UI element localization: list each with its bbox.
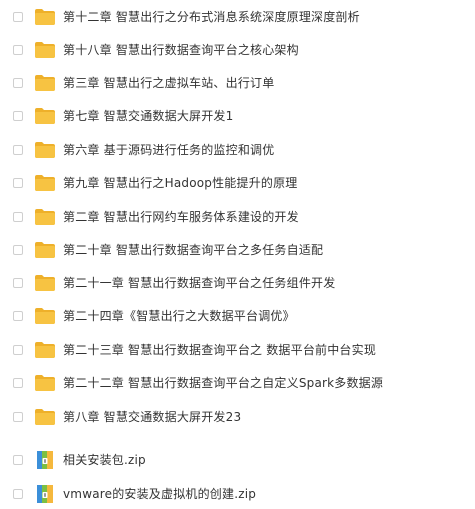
row-checkbox[interactable]	[13, 45, 23, 55]
list-item[interactable]: 第十二章 智慧出行之分布式消息系统深度原理深度剖析	[0, 2, 475, 32]
file-list: 第十二章 智慧出行之分布式消息系统深度原理深度剖析 第十八章 智慧出行数据查询平…	[0, 0, 475, 508]
row-checkbox[interactable]	[13, 178, 23, 188]
list-item[interactable]: 第十八章 智慧出行数据查询平台之核心架构	[0, 35, 475, 65]
list-item[interactable]: 第二十二章 智慧出行数据查询平台之自定义Spark多数据源	[0, 368, 475, 398]
row-checkbox[interactable]	[13, 12, 23, 22]
row-checkbox[interactable]	[13, 412, 23, 422]
folder-icon	[35, 306, 55, 326]
list-item[interactable]: 第六章 基于源码进行任务的监控和调优	[0, 135, 475, 165]
list-item[interactable]: 第二十四章《智慧出行之大数据平台调优》	[0, 301, 475, 331]
file-name[interactable]: 第六章 基于源码进行任务的监控和调优	[63, 143, 274, 157]
file-name[interactable]: 第七章 智慧交通数据大屏开发1	[63, 109, 233, 123]
list-item[interactable]: 第七章 智慧交通数据大屏开发1	[0, 101, 475, 131]
folder-icon	[35, 7, 55, 27]
folder-icon	[35, 140, 55, 160]
file-name[interactable]: 第十八章 智慧出行数据查询平台之核心架构	[63, 43, 299, 57]
row-checkbox[interactable]	[13, 278, 23, 288]
file-name[interactable]: 第九章 智慧出行之Hadoop性能提升的原理	[63, 176, 298, 190]
row-checkbox[interactable]	[13, 111, 23, 121]
file-name[interactable]: 第二十一章 智慧出行数据查询平台之任务组件开发	[63, 276, 335, 290]
file-name[interactable]: 第十二章 智慧出行之分布式消息系统深度原理深度剖析	[63, 10, 360, 24]
list-item[interactable]: 第三章 智慧出行之虚拟车站、出行订单	[0, 68, 475, 98]
folder-icon	[35, 273, 55, 293]
folder-icon	[35, 40, 55, 60]
folder-icon	[35, 373, 55, 393]
list-item[interactable]: 第九章 智慧出行之Hadoop性能提升的原理	[0, 168, 475, 198]
list-item[interactable]: vmware的安装及虚拟机的创建.zip	[0, 479, 475, 509]
row-checkbox[interactable]	[13, 245, 23, 255]
file-name[interactable]: 第二十章 智慧出行数据查询平台之多任务自适配	[63, 243, 323, 257]
folder-icon	[35, 407, 55, 427]
row-checkbox[interactable]	[13, 345, 23, 355]
list-item[interactable]: 第二十章 智慧出行数据查询平台之多任务自适配	[0, 235, 475, 265]
file-name[interactable]: vmware的安装及虚拟机的创建.zip	[63, 487, 256, 501]
row-checkbox[interactable]	[13, 455, 23, 465]
row-checkbox[interactable]	[13, 378, 23, 388]
list-item[interactable]: 第二十一章 智慧出行数据查询平台之任务组件开发	[0, 268, 475, 298]
file-name[interactable]: 第八章 智慧交通数据大屏开发23	[63, 410, 241, 424]
row-checkbox[interactable]	[13, 489, 23, 499]
folder-icon	[35, 73, 55, 93]
folder-icon	[35, 173, 55, 193]
list-item[interactable]: 相关安装包.zip	[0, 445, 475, 475]
folder-icon	[35, 340, 55, 360]
file-name[interactable]: 第二十四章《智慧出行之大数据平台调优》	[63, 309, 295, 323]
row-checkbox[interactable]	[13, 145, 23, 155]
list-item[interactable]: 第二章 智慧出行网约车服务体系建设的开发	[0, 202, 475, 232]
row-checkbox[interactable]	[13, 311, 23, 321]
file-name[interactable]: 相关安装包.zip	[63, 453, 146, 467]
row-checkbox[interactable]	[13, 78, 23, 88]
zip-archive-icon	[35, 450, 55, 470]
row-checkbox[interactable]	[13, 212, 23, 222]
list-item[interactable]: 第八章 智慧交通数据大屏开发23	[0, 402, 475, 432]
file-name[interactable]: 第二章 智慧出行网约车服务体系建设的开发	[63, 210, 299, 224]
file-name[interactable]: 第二十三章 智慧出行数据查询平台之 数据平台前中台实现	[63, 343, 376, 357]
folder-icon	[35, 240, 55, 260]
folder-icon	[35, 207, 55, 227]
file-name[interactable]: 第三章 智慧出行之虚拟车站、出行订单	[63, 76, 274, 90]
list-item[interactable]: 第二十三章 智慧出行数据查询平台之 数据平台前中台实现	[0, 335, 475, 365]
zip-archive-icon	[35, 484, 55, 504]
folder-icon	[35, 106, 55, 126]
file-name[interactable]: 第二十二章 智慧出行数据查询平台之自定义Spark多数据源	[63, 376, 383, 390]
